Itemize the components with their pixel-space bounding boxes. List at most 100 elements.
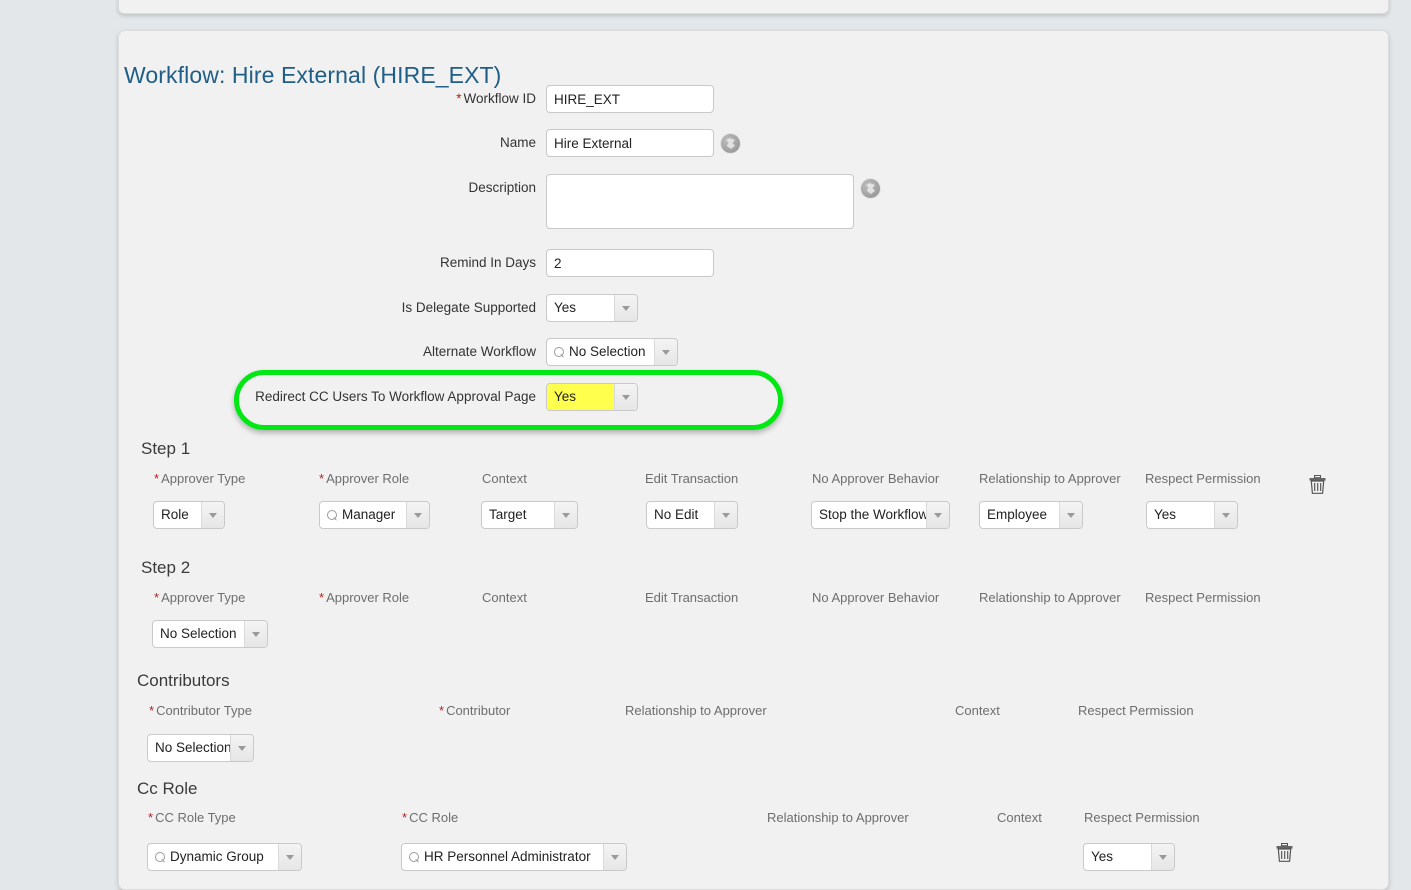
step2-col-edit-transaction: Edit Transaction [645, 590, 739, 605]
step1-approver-role-dropdown[interactable]: Manager [319, 501, 430, 529]
step1-delete-trash-icon[interactable] [1309, 475, 1326, 494]
contributors-contributor-type-dropdown[interactable]: No Selection [147, 734, 254, 762]
cc-role-col-context: Context [997, 810, 1042, 825]
name-input[interactable] [546, 129, 714, 157]
required-marker: * [456, 91, 462, 106]
is-delegate-supported-value: Yes [554, 300, 577, 315]
cc-role-respect-permission-dropdown[interactable]: Yes [1083, 843, 1175, 871]
redirect-cc-users-label: Redirect CC Users To Workflow Approval P… [255, 389, 536, 404]
cc-role-col-respect-permission: Respect Permission [1084, 810, 1200, 825]
search-icon [155, 851, 166, 863]
cc-role-value: HR Personnel Administrator [424, 849, 591, 864]
previous-section-panel [118, 0, 1389, 14]
chevron-down-icon [614, 384, 637, 410]
step2-col-no-approver-behavior: No Approver Behavior [812, 590, 940, 605]
step2-col-context: Context [482, 590, 527, 605]
workflow-id-label: * Workflow ID [456, 91, 536, 106]
field-row-name: Name [119, 129, 536, 157]
workflow-detail-panel: Workflow: Hire External (HIRE_EXT) * Work… [118, 30, 1389, 890]
alternate-workflow-label: Alternate Workflow [422, 344, 536, 359]
chevron-down-icon [230, 735, 253, 761]
cc-role-delete-trash-icon[interactable] [1276, 843, 1293, 862]
globe-icon[interactable] [861, 179, 880, 198]
step1-respect-permission-value: Yes [1154, 507, 1177, 522]
step1-col-relationship-to-approver: Relationship to Approver [979, 471, 1121, 486]
remind-in-days-label: Remind In Days [439, 255, 536, 270]
step1-col-edit-transaction: Edit Transaction [645, 471, 739, 486]
cc-role-col-cc-role-type: * CC Role Type [148, 810, 236, 825]
step1-relationship-to-approver-value: Employee [987, 507, 1048, 522]
step1-approver-type-dropdown[interactable]: Role [153, 501, 225, 529]
step1-relationship-to-approver-dropdown[interactable]: Employee [979, 501, 1083, 529]
cc-role-dropdown[interactable]: HR Personnel Administrator [401, 843, 627, 871]
chevron-down-icon [1059, 502, 1082, 528]
field-row-redirect-cc-users: Redirect CC Users To Workflow Approval P… [119, 383, 536, 411]
step1-approver-type-value: Role [161, 507, 189, 522]
chevron-down-icon [244, 621, 267, 647]
search-icon [409, 851, 420, 863]
cc-role-respect-permission-value: Yes [1091, 849, 1114, 864]
contributors-col-context: Context [955, 703, 1000, 718]
remind-in-days-input[interactable] [546, 249, 714, 277]
chevron-down-icon [554, 502, 577, 528]
step2-title: Step 2 [141, 558, 191, 577]
cc-role-type-value: Dynamic Group [170, 849, 264, 864]
redirect-cc-users-dropdown[interactable]: Yes [546, 383, 638, 411]
contributors-title: Contributors [137, 671, 230, 690]
step1-respect-permission-dropdown[interactable]: Yes [1146, 501, 1238, 529]
description-textarea[interactable] [546, 174, 854, 229]
cc-role-type-dropdown[interactable]: Dynamic Group [147, 843, 302, 871]
step1-col-approver-type: * Approver Type [154, 471, 246, 486]
chevron-down-icon [278, 844, 301, 870]
cc-role-title: Cc Role [137, 779, 198, 798]
step2-col-relationship-to-approver: Relationship to Approver [979, 590, 1121, 605]
step1-no-approver-behavior-dropdown[interactable]: Stop the Workflow [811, 501, 950, 529]
contributors-col-relationship-to-approver: Relationship to Approver [625, 703, 767, 718]
alternate-workflow-value: No Selection [569, 344, 646, 359]
is-delegate-supported-label: Is Delegate Supported [401, 300, 536, 315]
chevron-down-icon [1151, 844, 1174, 870]
contributors-col-contributor: * Contributor [439, 703, 511, 718]
step2-approver-type-value: No Selection [160, 626, 237, 641]
step1-col-respect-permission: Respect Permission [1145, 471, 1261, 486]
step2-col-respect-permission: Respect Permission [1145, 590, 1261, 605]
field-row-workflow-id: * Workflow ID [119, 85, 536, 113]
cc-role-col-relationship-to-approver: Relationship to Approver [767, 810, 909, 825]
workflow-id-input[interactable] [546, 85, 714, 113]
step1-no-approver-behavior-value: Stop the Workflow [819, 507, 926, 522]
alternate-workflow-dropdown[interactable]: No Selection [546, 338, 678, 366]
chevron-down-icon [926, 502, 949, 528]
step1-col-no-approver-behavior: No Approver Behavior [812, 471, 940, 486]
step1-title: Step 1 [141, 439, 191, 458]
field-row-remind-in-days: Remind In Days [119, 249, 536, 277]
step1-approver-role-value: Manager [342, 507, 396, 522]
step2-col-approver-type: * Approver Type [154, 590, 246, 605]
field-row-is-delegate-supported: Is Delegate Supported [119, 294, 536, 322]
globe-icon[interactable] [721, 134, 740, 153]
chevron-down-icon [1214, 502, 1237, 528]
contributors-contributor-type-value: No Selection [155, 740, 230, 755]
search-icon [554, 346, 565, 358]
contributors-col-respect-permission: Respect Permission [1078, 703, 1194, 718]
chevron-down-icon [614, 295, 637, 321]
step1-context-dropdown[interactable]: Target [481, 501, 578, 529]
redirect-cc-users-value: Yes [554, 389, 577, 404]
is-delegate-supported-dropdown[interactable]: Yes [546, 294, 638, 322]
step1-edit-transaction-dropdown[interactable]: No Edit [646, 501, 738, 529]
contributors-col-contributor-type: * Contributor Type [149, 703, 252, 718]
step1-col-approver-role: * Approver Role [319, 471, 410, 486]
description-label: Description [468, 180, 536, 195]
step1-context-value: Target [489, 507, 527, 522]
step2-approver-type-dropdown[interactable]: No Selection [152, 620, 268, 648]
field-row-description: Description [119, 174, 536, 202]
field-row-alternate-workflow: Alternate Workflow [119, 338, 536, 366]
cc-role-col-cc-role: * CC Role [402, 810, 459, 825]
search-icon [327, 509, 338, 521]
chevron-down-icon [603, 844, 626, 870]
step1-edit-transaction-value: No Edit [654, 507, 699, 522]
step2-col-approver-role: * Approver Role [319, 590, 410, 605]
chevron-down-icon [654, 339, 677, 365]
name-label: Name [499, 135, 536, 150]
chevron-down-icon [714, 502, 737, 528]
chevron-down-icon [201, 502, 224, 528]
